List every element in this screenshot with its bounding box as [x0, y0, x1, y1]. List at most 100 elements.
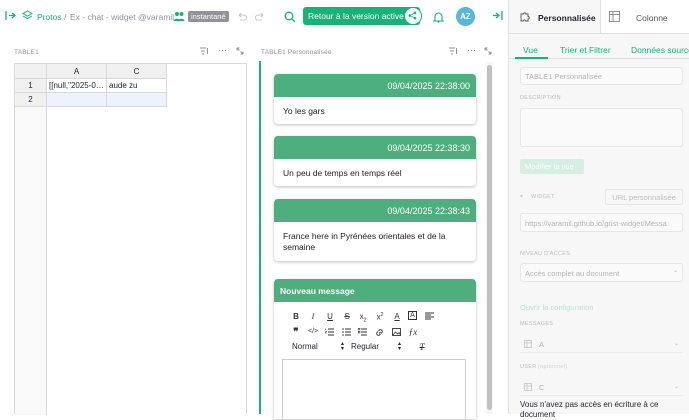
grid-corner[interactable]: [15, 64, 47, 79]
message-text: Un peu de temps en temps réel: [283, 168, 402, 178]
description-textarea[interactable]: [520, 108, 683, 147]
format-select[interactable]: Normal ▴ ▾: [292, 341, 347, 354]
return-button-label: Retour à la version active: [308, 11, 404, 21]
code-icon[interactable]: </>: [308, 328, 318, 335]
align-icon[interactable]: [425, 312, 435, 320]
column-c-label: C: [133, 67, 140, 76]
users-icon: [173, 11, 185, 22]
clear-format-icon[interactable]: T: [417, 342, 427, 352]
superscript-icon[interactable]: x2: [375, 312, 385, 322]
user-column-select[interactable]: C ⌄: [520, 380, 683, 396]
column-a-label: A: [73, 67, 80, 76]
underline-icon[interactable]: U: [325, 312, 335, 321]
collapse-widget-icon[interactable]: ▾: [520, 193, 523, 200]
image-icon[interactable]: [392, 328, 402, 336]
cell-c1[interactable]: aude zu: [107, 79, 167, 93]
widget-sort-filter-icon[interactable]: [449, 47, 458, 55]
grid-row-divider: [15, 107, 47, 415]
ordered-list-icon[interactable]: [325, 328, 335, 336]
blockquote-icon[interactable]: ❞: [291, 327, 301, 338]
avatar[interactable]: AZ: [456, 7, 475, 26]
description-label: DESCRIPTION: [520, 95, 561, 101]
message-editor[interactable]: [282, 359, 466, 419]
weight-select-arrows-icon: ▴ ▾: [398, 341, 402, 352]
widget-expand-icon[interactable]: [484, 47, 492, 55]
collapse-right-icon[interactable]: [492, 10, 503, 21]
section-divider: [246, 63, 247, 414]
message-text: Yo les gars: [283, 106, 325, 116]
modify-view-button[interactable]: Modifier la vue: [520, 159, 584, 174]
chevron-down-icon: ⌄: [672, 268, 678, 274]
check-list-icon[interactable]: [358, 328, 368, 336]
subtab-active-underline: [515, 57, 548, 59]
return-to-active-button[interactable]: Retour à la version active: [303, 7, 420, 25]
undo-icon[interactable]: [236, 11, 247, 22]
view-title-value: TABLE1 Personnalisée: [525, 72, 602, 81]
bullet-list-icon[interactable]: [342, 328, 352, 336]
bell-icon[interactable]: [433, 11, 444, 23]
access-level-select[interactable]: Accès complet au document ⌄: [520, 263, 683, 282]
puzzle-icon: [520, 11, 531, 22]
home-icon[interactable]: [22, 10, 33, 21]
row-number-2[interactable]: 2: [15, 93, 47, 107]
cell-c1-value: aude zu: [109, 81, 138, 90]
new-message-form: Nouveau message B I U S x2 x2 A A ❞ </> …: [274, 279, 476, 419]
messages-label: MESSAGES: [520, 321, 554, 327]
share-button[interactable]: [404, 7, 422, 25]
expand-left-icon[interactable]: [5, 10, 16, 21]
cell-a1-value: [[null,"2025-0…: [49, 81, 104, 90]
row-1-num: 1: [28, 81, 33, 90]
breadcrumb-org[interactable]: Protos: [37, 12, 62, 22]
left-section-title: TABLE1: [14, 49, 39, 56]
widget-url-value: https://varamil.github.io/grist-widget/M…: [525, 219, 667, 228]
custom-url-button[interactable]: URL personnalisée: [605, 189, 683, 205]
cell-a1[interactable]: [[null,"2025-0…: [47, 79, 107, 93]
message-card: 09/04/2025 22:38:30 Un peu de temps en t…: [274, 136, 476, 186]
breadcrumb-doc[interactable]: Ex - chat - widget @varamil: [70, 12, 174, 22]
subscript-icon[interactable]: x2: [358, 312, 368, 324]
column-type-icon: [524, 383, 532, 391]
access-level-value: Accès complet au document: [525, 269, 620, 278]
bold-icon[interactable]: B: [291, 312, 301, 321]
subtab-view[interactable]: Vue: [523, 45, 538, 55]
search-icon[interactable]: [284, 11, 296, 23]
tab-column-label: Colonne: [636, 13, 668, 23]
subtab-source-data[interactable]: Données source: [631, 45, 689, 55]
sort-filter-icon[interactable]: [200, 47, 209, 55]
column-header-c[interactable]: C: [107, 64, 167, 79]
view-title-input[interactable]: TABLE1 Personnalisée: [520, 67, 683, 85]
row-2-num: 2: [28, 95, 33, 104]
strikethrough-icon[interactable]: S: [342, 312, 352, 321]
widget-url-input[interactable]: https://varamil.github.io/grist-widget/M…: [520, 213, 683, 232]
messages-column-value: A: [539, 340, 545, 349]
message-timestamp: 09/04/2025 22:38:30: [274, 136, 476, 159]
tab-column[interactable]: Colonne: [600, 0, 689, 34]
row-number-1[interactable]: 1: [15, 79, 47, 93]
breadcrumb-separator: /: [64, 12, 67, 22]
expand-section-icon[interactable]: [236, 47, 244, 55]
tab-custom[interactable]: Personnalisée: [509, 0, 600, 34]
widget-more-options-icon[interactable]: ⋯: [467, 46, 476, 55]
top-bar: Protos / Ex - chat - widget @varamil ins…: [0, 0, 508, 33]
grid: A C 1 [[null,"2025-0… aude zu 2: [14, 63, 247, 415]
text-color-icon[interactable]: A: [392, 312, 402, 321]
message-timestamp: 09/04/2025 22:38:43: [274, 199, 476, 222]
link-icon[interactable]: [375, 328, 385, 337]
subtab-sort-filter[interactable]: Trier et Filtrer: [560, 45, 611, 55]
formula-icon[interactable]: ƒx: [408, 327, 418, 337]
column-header-a[interactable]: A: [47, 64, 107, 79]
redo-icon[interactable]: [255, 11, 266, 22]
message-card: 09/04/2025 22:38:43 France here in Pyrén…: [274, 199, 476, 261]
messages-column-select[interactable]: A ⌄: [520, 337, 683, 353]
italic-icon[interactable]: I: [308, 312, 318, 321]
widget-scroll-thumb[interactable]: [487, 65, 492, 410]
background-color-icon[interactable]: A: [408, 311, 417, 320]
weight-select[interactable]: Regular ▴ ▾: [351, 341, 406, 354]
more-options-icon[interactable]: ⋯: [218, 46, 227, 55]
chevron-down-icon: ⌄: [673, 384, 679, 390]
cell-a2[interactable]: [47, 93, 107, 107]
open-config-link[interactable]: Ouvrir la configuration: [520, 303, 593, 312]
message-text: France here in Pyrénées orientales et de…: [283, 231, 446, 252]
format-select-value: Normal: [292, 342, 318, 351]
cell-c2[interactable]: [107, 93, 167, 107]
